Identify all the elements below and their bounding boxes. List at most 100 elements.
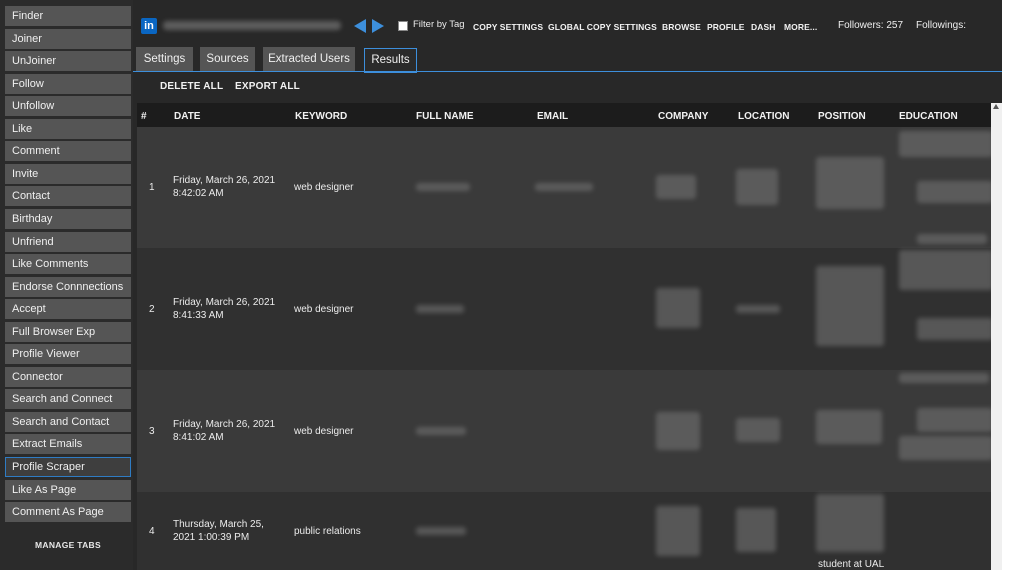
row-date: Friday, March 26, 2021 xyxy=(173,175,276,186)
education-redacted xyxy=(899,373,989,383)
sidebar-item-search-and-contact[interactable]: Search and Contact xyxy=(5,412,131,432)
linkedin-logo-icon: in xyxy=(141,18,157,34)
education-redacted xyxy=(917,234,987,244)
followings-count: Followings: xyxy=(916,20,967,31)
sidebar-item-like[interactable]: Like xyxy=(5,119,131,139)
table-row[interactable]: 4 Thursday, March 25, 2021 1:00:39 PM pu… xyxy=(137,492,993,570)
row-number: 1 xyxy=(149,182,155,193)
education-redacted xyxy=(917,318,993,340)
row-keyword: web designer xyxy=(294,304,354,315)
profile-link[interactable]: PROFILE xyxy=(707,22,745,32)
previous-account-arrow-icon[interactable] xyxy=(354,19,366,33)
location-redacted xyxy=(736,508,776,552)
tab-extracted-users[interactable]: Extracted Users xyxy=(263,47,355,71)
sidebar-item-unjoiner[interactable]: UnJoiner xyxy=(5,51,131,71)
education-redacted xyxy=(917,408,993,432)
row-keyword: web designer xyxy=(294,182,354,193)
full-name-redacted xyxy=(416,183,470,191)
position-redacted xyxy=(816,157,884,209)
column-header-email: EMAIL xyxy=(537,111,569,122)
position-redacted xyxy=(816,410,882,444)
table-header: # DATE KEYWORD FULL NAME EMAIL COMPANY L… xyxy=(137,103,993,127)
filter-by-tag-label: Filter by Tag xyxy=(413,19,465,30)
sidebar-item-extract-emails[interactable]: Extract Emails xyxy=(5,434,131,454)
sidebar-item-like-comments[interactable]: Like Comments xyxy=(5,254,131,274)
top-bar: in Filter by Tag COPY SETTINGS GLOBAL CO… xyxy=(133,0,1002,46)
location-redacted xyxy=(736,305,780,313)
row-date: Thursday, March 25, xyxy=(173,519,264,530)
row-time: 8:41:02 AM xyxy=(173,432,224,443)
sidebar-item-contact[interactable]: Contact xyxy=(5,186,131,206)
sidebar-item-invite[interactable]: Invite xyxy=(5,164,131,184)
education-redacted xyxy=(917,181,993,203)
column-header-company: COMPANY xyxy=(658,111,709,122)
company-redacted xyxy=(656,506,700,556)
delete-all-button[interactable]: DELETE ALL xyxy=(160,81,223,92)
row-number: 4 xyxy=(149,526,155,537)
row-keyword: public relations xyxy=(294,526,361,537)
browse-link[interactable]: BROWSE xyxy=(662,22,701,32)
sidebar-item-accept[interactable]: Accept xyxy=(5,299,131,319)
next-account-arrow-icon[interactable] xyxy=(372,19,384,33)
filter-by-tag-checkbox[interactable] xyxy=(398,21,408,31)
company-redacted xyxy=(656,288,700,328)
location-redacted xyxy=(736,418,780,442)
sidebar-item-follow[interactable]: Follow xyxy=(5,74,131,94)
sidebar-item-unfriend[interactable]: Unfriend xyxy=(5,232,131,252)
row-number: 3 xyxy=(149,426,155,437)
results-table: # DATE KEYWORD FULL NAME EMAIL COMPANY L… xyxy=(137,103,993,570)
sidebar-item-endorse-connections[interactable]: Endorse Connnections xyxy=(5,277,131,297)
column-header-number: # xyxy=(141,111,147,122)
table-row[interactable]: 1 Friday, March 26, 2021 8:42:02 AM web … xyxy=(137,127,993,248)
vertical-scrollbar[interactable] xyxy=(991,103,1002,570)
sidebar-item-profile-viewer[interactable]: Profile Viewer xyxy=(5,344,131,364)
followers-count: Followers: 257 xyxy=(838,20,904,31)
tab-results[interactable]: Results xyxy=(364,48,417,73)
table-row[interactable]: 2 Friday, March 26, 2021 8:41:33 AM web … xyxy=(137,248,993,370)
row-time: 8:41:33 AM xyxy=(173,310,224,321)
row-position: student at UAL xyxy=(818,559,885,570)
column-header-position: POSITION xyxy=(818,111,866,122)
position-redacted xyxy=(816,494,884,552)
sidebar-item-comment[interactable]: Comment xyxy=(5,141,131,161)
sidebar-item-connector[interactable]: Connector xyxy=(5,367,131,387)
row-keyword: web designer xyxy=(294,426,354,437)
dash-link[interactable]: DASH xyxy=(751,22,776,32)
email-redacted xyxy=(535,183,593,191)
row-time: 8:42:02 AM xyxy=(173,188,224,199)
tab-settings[interactable]: Settings xyxy=(136,47,193,71)
sidebar-item-profile-scraper[interactable]: Profile Scraper xyxy=(5,457,131,477)
window-margin xyxy=(1002,0,1024,570)
column-header-education: EDUCATION xyxy=(899,111,958,122)
company-redacted xyxy=(656,412,700,450)
scroll-up-arrow-icon[interactable] xyxy=(993,104,999,109)
column-header-keyword: KEYWORD xyxy=(295,111,348,122)
column-header-date: DATE xyxy=(174,111,201,122)
sidebar-item-like-as-page[interactable]: Like As Page xyxy=(5,480,131,500)
sidebar-item-full-browser-exp[interactable]: Full Browser Exp xyxy=(5,322,131,342)
company-redacted xyxy=(656,175,696,199)
row-date: Friday, March 26, 2021 xyxy=(173,419,276,430)
main-panel: in Filter by Tag COPY SETTINGS GLOBAL CO… xyxy=(133,0,1002,570)
row-date: Friday, March 26, 2021 xyxy=(173,297,276,308)
export-all-button[interactable]: EXPORT ALL xyxy=(235,81,300,92)
sidebar-item-finder[interactable]: Finder xyxy=(5,6,131,26)
location-redacted xyxy=(736,169,778,205)
tab-sources[interactable]: Sources xyxy=(200,47,255,71)
full-name-redacted xyxy=(416,527,466,535)
table-row[interactable]: 3 Friday, March 26, 2021 8:41:02 AM web … xyxy=(137,370,993,492)
account-name-redacted xyxy=(163,21,341,30)
more-link[interactable]: MORE... xyxy=(784,22,817,32)
tab-underline xyxy=(133,71,1002,72)
position-redacted xyxy=(816,266,884,346)
sidebar-item-birthday[interactable]: Birthday xyxy=(5,209,131,229)
manage-tabs-button[interactable]: MANAGE TABS xyxy=(5,540,131,550)
copy-settings-link[interactable]: COPY SETTINGS xyxy=(473,22,543,32)
global-copy-settings-link[interactable]: GLOBAL COPY SETTINGS xyxy=(548,22,657,32)
sidebar-item-search-and-connect[interactable]: Search and Connect xyxy=(5,389,131,409)
sidebar-item-unfollow[interactable]: Unfollow xyxy=(5,96,131,116)
education-redacted xyxy=(899,436,993,460)
sidebar-item-comment-as-page[interactable]: Comment As Page xyxy=(5,502,131,522)
sidebar-item-joiner[interactable]: Joiner xyxy=(5,29,131,49)
full-name-redacted xyxy=(416,427,466,435)
